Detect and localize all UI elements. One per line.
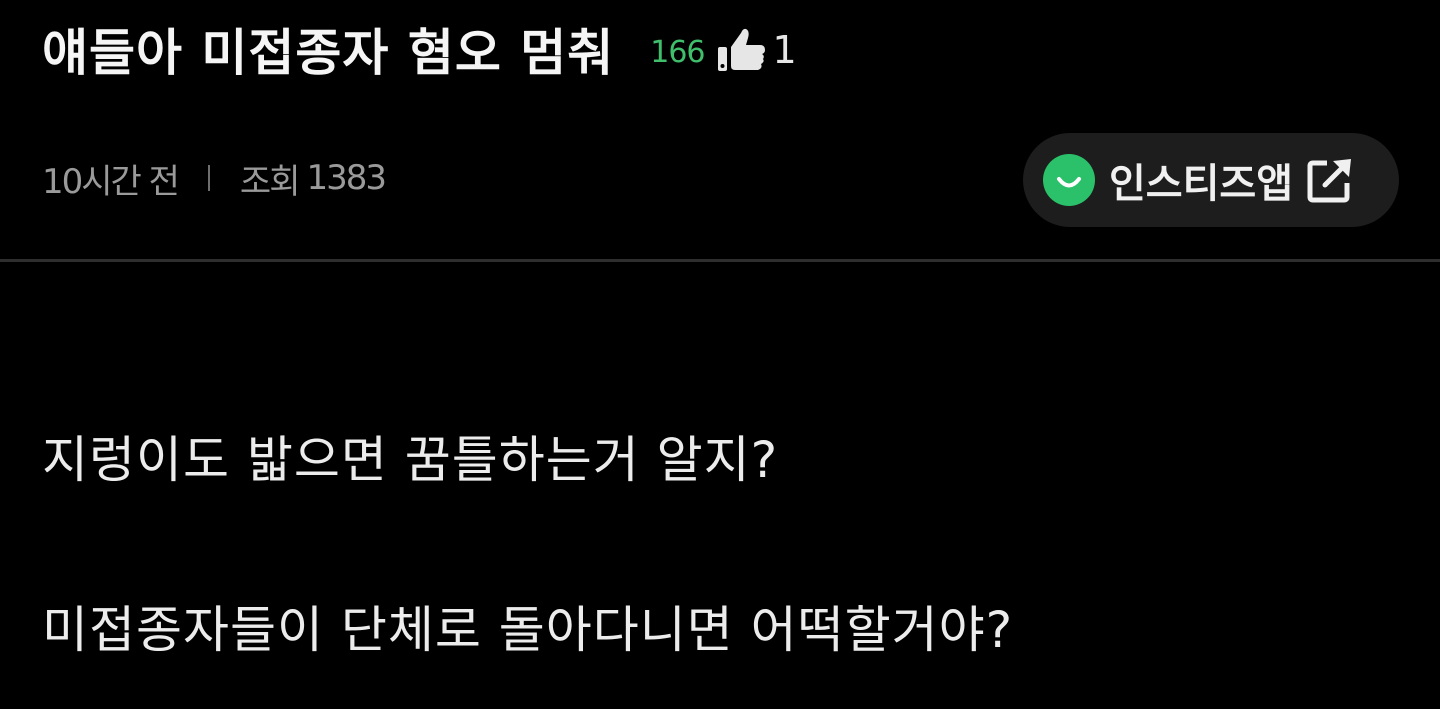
app-link-label: 인스티즈앱 [1109, 161, 1293, 207]
section-divider [0, 259, 1440, 262]
post-title: 얘들아 미접종자 혐오 멈춰 [42, 24, 615, 82]
external-link-icon [1305, 155, 1355, 205]
post-meta: 10시간 전 조회 1383 [42, 150, 387, 206]
views-count: 1383 [306, 158, 387, 198]
like-count: 1 [772, 28, 797, 72]
thumbs-up-icon[interactable] [715, 23, 769, 77]
views-label: 조회 [239, 161, 301, 202]
post-time: 10시간 전 [42, 161, 180, 202]
post-body-line: 미접종자들이 단체로 돌아다니면 어떡할거야? [42, 601, 1014, 659]
instiz-smile-logo-icon [1043, 154, 1095, 206]
post-body-line: 지렁이도 밟으면 꿈틀하는거 알지? [42, 431, 779, 489]
meta-divider [207, 165, 210, 191]
comment-count[interactable]: 166 [650, 35, 705, 70]
post-body: 지렁이도 밟으면 꿈틀하는거 알지? 미접종자들이 단체로 돌아다니면 어떡할거… [42, 418, 1422, 672]
post-title-row: 얘들아 미접종자 혐오 멈춰 166 1 [42, 12, 797, 86]
open-app-button[interactable]: 인스티즈앱 [1023, 133, 1399, 227]
